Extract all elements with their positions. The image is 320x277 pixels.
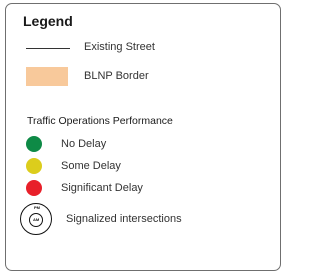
some-delay-dot [26,158,42,174]
pm-text: PM [34,205,40,210]
signalized-intersections-label: Signalized intersections [66,213,182,225]
legend-title: Legend [23,13,73,29]
significant-delay-dot [26,180,42,196]
no-delay-label: No Delay [61,138,107,150]
traffic-performance-heading: Traffic Operations Performance [27,115,173,127]
am-text: AM [33,217,40,222]
no-delay-dot [26,136,42,152]
existing-street-symbol [26,48,70,49]
blnp-border-swatch [26,67,68,86]
signalized-intersection-icon: PM AM [20,203,52,235]
blnp-border-label: BLNP Border [84,70,149,82]
significant-delay-label: Significant Delay [61,182,143,194]
am-inner-circle: AM [29,213,43,227]
some-delay-label: Some Delay [61,160,121,172]
existing-street-label: Existing Street [84,41,155,53]
legend-panel: Legend Existing Street BLNP Border Traff… [5,3,281,271]
